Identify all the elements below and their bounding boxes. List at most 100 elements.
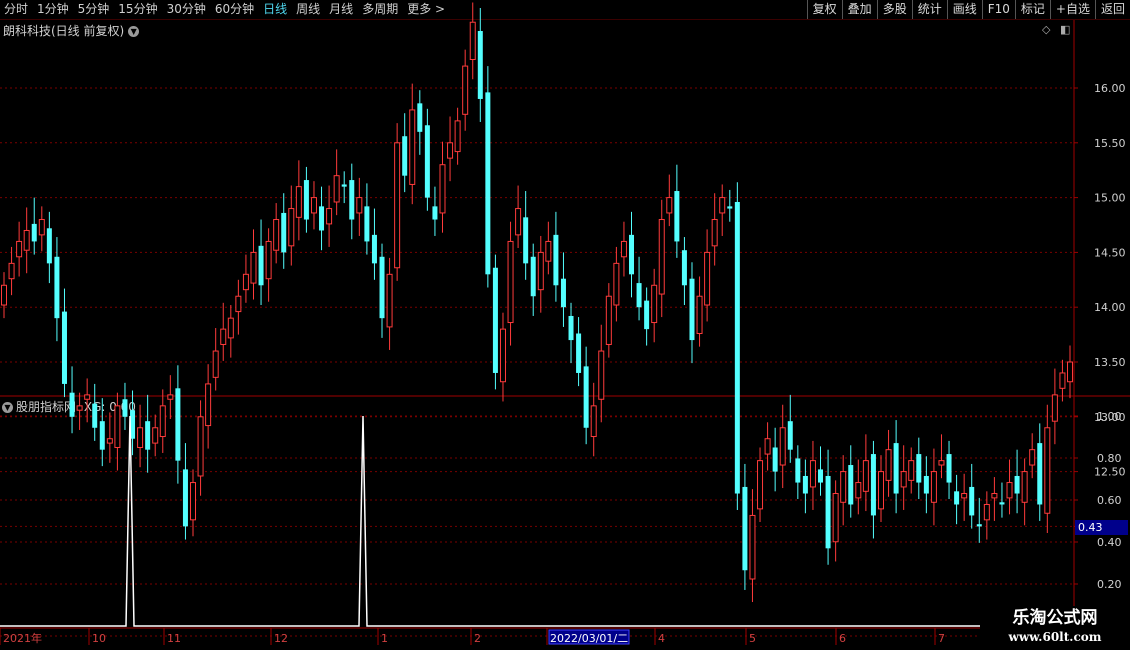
- candle-body: [877, 471, 884, 510]
- candle-body: [364, 206, 370, 242]
- candle-body: [848, 465, 854, 505]
- candle-body: [795, 458, 801, 483]
- candle-body: [122, 399, 128, 417]
- candle-body: [576, 333, 582, 373]
- price-tick-label: 12.50: [1094, 466, 1126, 479]
- price-tick-label: 14.50: [1094, 246, 1126, 259]
- watermark-title: 乐淘公式网: [1012, 608, 1098, 628]
- candle-body: [439, 164, 446, 214]
- candle-body: [719, 197, 726, 214]
- candle-body: [379, 256, 385, 319]
- candle-body: [295, 186, 302, 218]
- candle-body: [946, 454, 952, 483]
- candle-body: [560, 278, 566, 308]
- date-label: 2021年: [3, 631, 42, 645]
- candle-body: [613, 262, 620, 306]
- indicator-tick-label: 0.40: [1097, 536, 1122, 549]
- candle-body: [447, 142, 454, 159]
- candle-body: [620, 240, 627, 258]
- candle-body: [145, 421, 151, 450]
- candle-body: [46, 228, 52, 264]
- date-label: 7: [938, 632, 945, 645]
- candle-body: [106, 438, 113, 444]
- candle-body: [424, 125, 430, 198]
- candle-body: [409, 109, 416, 185]
- candle-body: [938, 460, 945, 466]
- candle-body: [273, 219, 280, 251]
- candle-body: [152, 427, 159, 444]
- candle-body: [349, 180, 355, 220]
- date-label: 6: [839, 632, 846, 645]
- candle-body: [825, 475, 831, 549]
- candle-body: [969, 486, 975, 516]
- candle-body: [1014, 475, 1020, 494]
- candle-body: [454, 120, 461, 153]
- candle-body: [205, 383, 212, 427]
- indicator-tick-label: 0.20: [1097, 578, 1122, 591]
- candle-body: [696, 295, 703, 335]
- candle-body: [545, 240, 552, 262]
- candle-body: [402, 136, 408, 176]
- candle-body: [742, 486, 748, 571]
- watermark: 乐淘公式网 www.60lt.com: [980, 606, 1130, 650]
- candle-body: [16, 240, 23, 258]
- candle-body: [76, 405, 83, 411]
- candle-body: [69, 392, 75, 417]
- candle-body: [310, 197, 317, 214]
- candle-body: [507, 240, 514, 324]
- candle-body: [954, 491, 960, 505]
- candle-body: [38, 219, 45, 236]
- candle-body: [386, 273, 393, 328]
- indicator-tick-label: 0.80: [1097, 452, 1122, 465]
- candle-body: [235, 295, 242, 313]
- indicator-axis-highlight: 0.43: [1075, 520, 1128, 535]
- candle-body: [1067, 361, 1073, 383]
- price-tick-label: 15.50: [1094, 137, 1126, 150]
- candle-body: [114, 405, 121, 448]
- price-tick-label: 14.00: [1094, 301, 1126, 314]
- candle-body: [651, 284, 658, 324]
- candle-body: [319, 206, 325, 231]
- candle-body: [908, 460, 915, 481]
- candle-body: [893, 443, 899, 494]
- candle-body: [288, 208, 295, 247]
- candle-body: [666, 197, 673, 214]
- candle-body: [583, 366, 589, 428]
- candle-body: [590, 405, 597, 438]
- candle-body: [809, 460, 816, 488]
- candle-body: [749, 514, 756, 580]
- candle-body: [787, 421, 793, 450]
- indicator-tick-label: 0.60: [1097, 494, 1122, 507]
- candle-body: [341, 184, 347, 187]
- date-label: 11: [167, 632, 181, 645]
- candle-body: [734, 201, 740, 494]
- candle-body: [1051, 394, 1058, 422]
- kline-chart[interactable]: 16.0015.5015.0014.5014.0013.5013.0012.50…: [0, 0, 1130, 650]
- candle-body: [182, 469, 188, 527]
- candle-body: [976, 524, 982, 527]
- candle-body: [870, 454, 876, 516]
- candle-body: [99, 421, 105, 450]
- candle-body: [492, 267, 498, 373]
- candle-body: [930, 471, 937, 503]
- candle-body: [681, 250, 687, 286]
- candle-body: [265, 240, 272, 280]
- candle-body: [1044, 427, 1051, 514]
- watermark-url: www.60lt.com: [1008, 630, 1102, 644]
- date-label: 1: [381, 632, 388, 645]
- candle-body: [832, 493, 839, 543]
- price-tick-label: 15.00: [1094, 192, 1126, 205]
- indicator-tick-label: 1.00: [1097, 410, 1122, 423]
- candle-body: [923, 475, 929, 494]
- candle-body: [983, 503, 990, 521]
- candle-body: [553, 234, 559, 286]
- candle-body: [840, 471, 847, 503]
- candle-body: [772, 447, 778, 472]
- candle-body: [220, 328, 227, 345]
- candle-body: [764, 438, 771, 455]
- candle-body: [704, 251, 711, 306]
- date-label: 5: [749, 632, 756, 645]
- date-label: 2022/03/01/二: [550, 632, 628, 645]
- candle-body: [757, 460, 764, 510]
- candle-body: [674, 191, 680, 242]
